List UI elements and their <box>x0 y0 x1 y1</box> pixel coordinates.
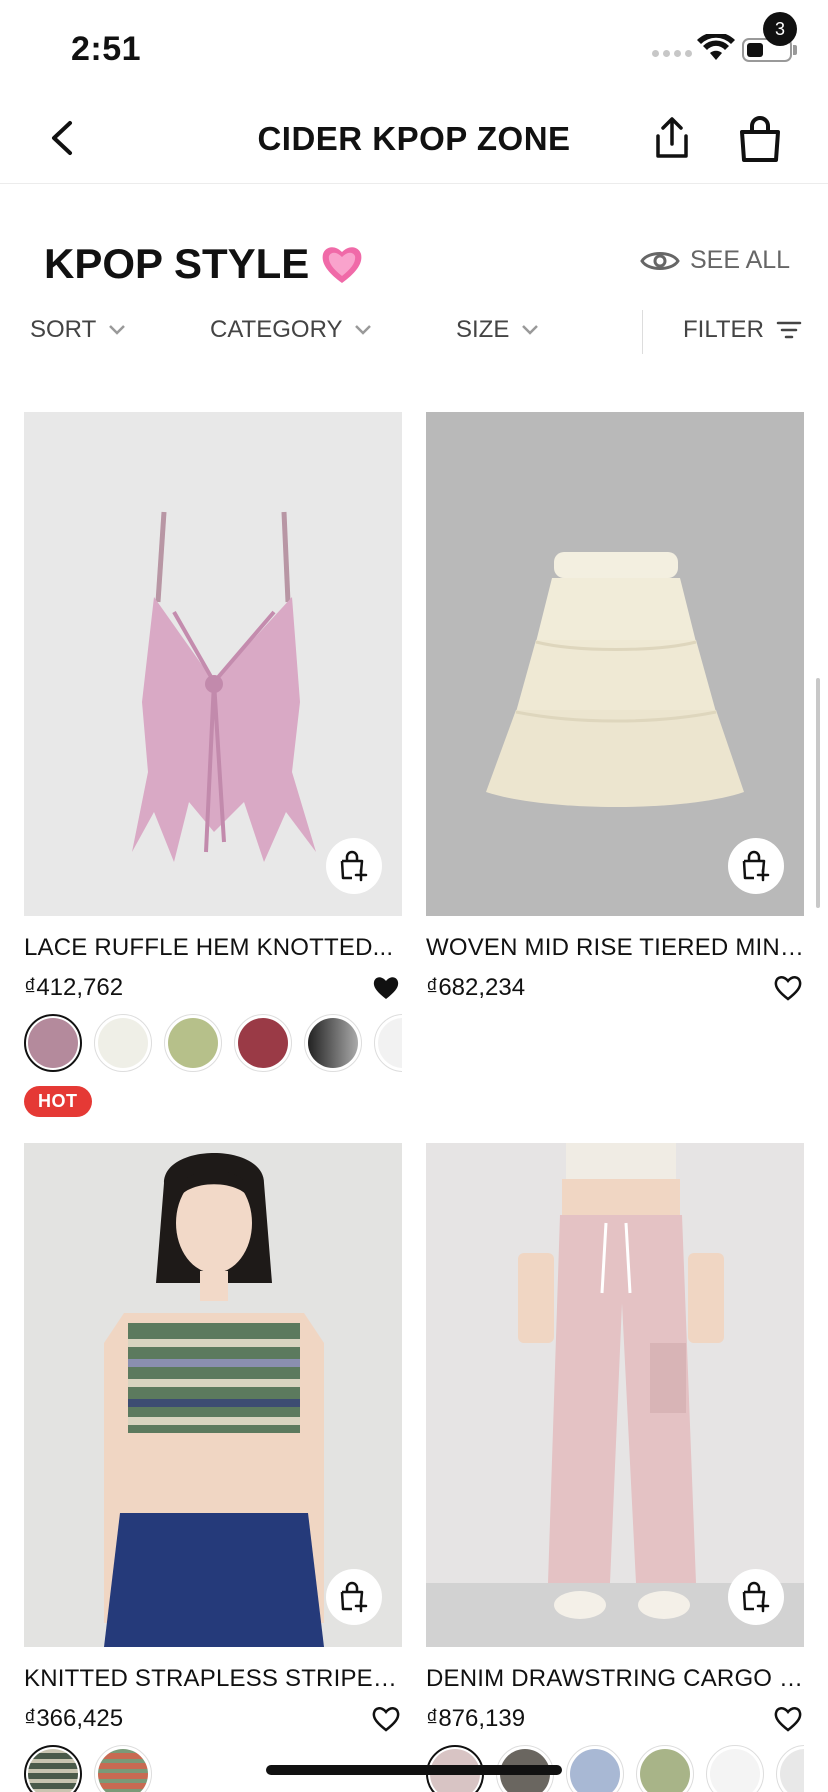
share-icon[interactable] <box>648 114 696 162</box>
product-price: ₫682,234 <box>426 974 526 1001</box>
chevron-down-icon <box>109 325 126 335</box>
add-to-cart-button[interactable] <box>326 1569 382 1625</box>
color-swatch[interactable] <box>164 1014 222 1072</box>
filter-divider <box>642 310 643 354</box>
color-swatch[interactable] <box>304 1014 362 1072</box>
cart-count-badge: 3 <box>763 12 797 46</box>
product-image[interactable] <box>24 412 402 916</box>
product-image[interactable] <box>426 412 804 916</box>
product-card[interactable]: KNITTED STRAPLESS STRIPED... ₫366,425 <box>24 1143 402 1792</box>
eye-icon <box>640 251 680 270</box>
product-name[interactable]: WOVEN MID RISE TIERED MINI... <box>426 934 804 962</box>
product-name[interactable]: DENIM DRAWSTRING CARGO P... <box>426 1665 804 1693</box>
color-swatch[interactable] <box>776 1745 804 1792</box>
size-label: SIZE <box>456 316 510 343</box>
color-swatch[interactable] <box>566 1745 624 1792</box>
hot-badge: HOT <box>24 1086 92 1117</box>
color-swatch[interactable] <box>234 1014 292 1072</box>
see-all-button[interactable]: SEE ALL <box>640 246 790 275</box>
scrollbar[interactable] <box>816 678 820 908</box>
product-name[interactable]: LACE RUFFLE HEM KNOTTED... <box>24 934 402 962</box>
color-swatch[interactable] <box>374 1014 402 1072</box>
status-time: 2:51 <box>71 30 142 68</box>
product-price: ₫412,762 <box>24 974 124 1001</box>
product-card[interactable]: WOVEN MID RISE TIERED MINI... ₫682,234 <box>426 412 804 1004</box>
add-to-cart-button[interactable] <box>728 1569 784 1625</box>
signal-icon <box>652 50 692 57</box>
bag-plus-icon <box>742 850 770 882</box>
category-label: CATEGORY <box>210 316 343 343</box>
size-dropdown[interactable]: SIZE <box>456 316 539 344</box>
sort-dropdown[interactable]: SORT <box>30 316 126 344</box>
page-title: CIDER KPOP ZONE <box>257 120 571 157</box>
shopping-bag-icon[interactable] <box>734 114 786 166</box>
filter-lines-icon <box>776 321 802 339</box>
color-swatch[interactable] <box>94 1014 152 1072</box>
product-card[interactable]: DENIM DRAWSTRING CARGO P... ₫876,139 <box>426 1143 804 1792</box>
section-title-text: KPOP STYLE <box>44 240 310 287</box>
category-dropdown[interactable]: CATEGORY <box>210 316 372 344</box>
product-price: ₫876,139 <box>426 1705 526 1732</box>
wifi-icon <box>697 34 735 60</box>
color-swatch[interactable] <box>94 1745 152 1792</box>
home-indicator[interactable] <box>266 1765 562 1775</box>
section-title: KPOP STYLE <box>44 240 365 288</box>
bag-plus-icon <box>340 1581 368 1613</box>
heart-outline-icon[interactable] <box>372 1705 400 1733</box>
see-all-label: SEE ALL <box>690 246 791 274</box>
sort-label: SORT <box>30 316 97 343</box>
filter-label: FILTER <box>683 316 764 343</box>
color-swatch[interactable] <box>706 1745 764 1792</box>
add-to-cart-button[interactable] <box>326 838 382 894</box>
filter-button[interactable]: FILTER <box>683 316 802 344</box>
chevron-down-icon <box>522 325 539 335</box>
product-image[interactable] <box>24 1143 402 1647</box>
product-image[interactable] <box>426 1143 804 1647</box>
status-bar: 2:51 <box>0 0 828 92</box>
product-price: ₫366,425 <box>24 1705 124 1732</box>
add-to-cart-button[interactable] <box>728 838 784 894</box>
heart-outline-icon[interactable] <box>774 1705 802 1733</box>
product-name[interactable]: KNITTED STRAPLESS STRIPED... <box>24 1665 402 1693</box>
color-swatches <box>24 1014 402 1076</box>
color-swatch[interactable] <box>636 1745 694 1792</box>
product-card[interactable]: LACE RUFFLE HEM KNOTTED... ₫412,762 HOT <box>24 412 402 1117</box>
pink-heart-icon <box>322 247 362 283</box>
heart-filled-icon[interactable] <box>372 974 400 1002</box>
color-swatch[interactable] <box>24 1014 82 1072</box>
bag-plus-icon <box>340 850 368 882</box>
nav-bar: CIDER KPOP ZONE <box>0 92 828 184</box>
heart-outline-icon[interactable] <box>774 974 802 1002</box>
color-swatch[interactable] <box>24 1745 82 1792</box>
chevron-down-icon <box>355 325 372 335</box>
bag-plus-icon <box>742 1581 770 1613</box>
